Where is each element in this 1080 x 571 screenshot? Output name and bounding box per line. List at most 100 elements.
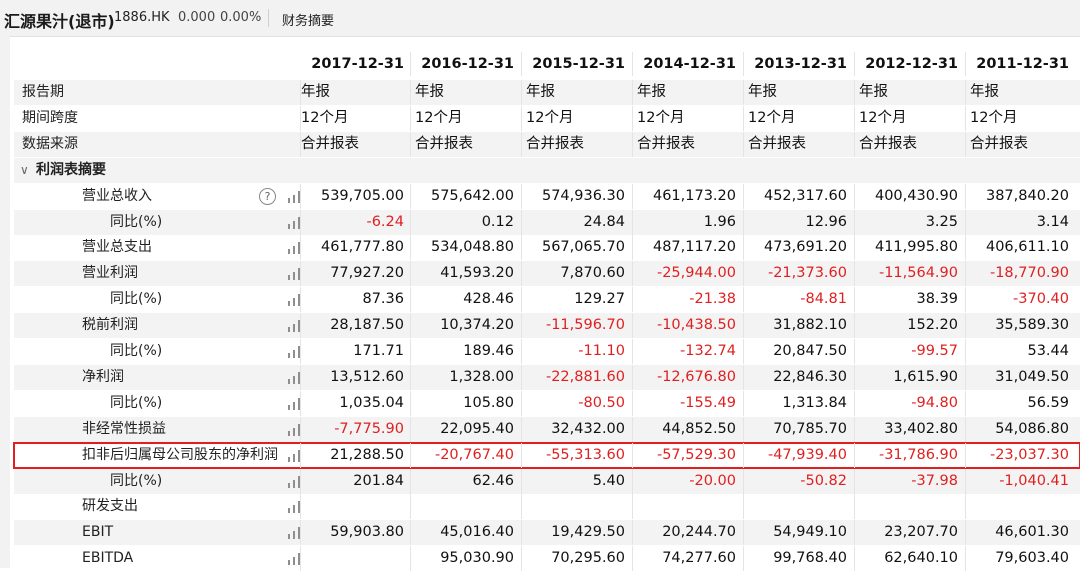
row-label: 营业利润 xyxy=(82,265,138,281)
table-cell: -1,040.41 xyxy=(965,469,1075,494)
table-cell: 534,048.80 xyxy=(410,235,520,260)
row-label: 同比(%) xyxy=(110,214,163,230)
bar-chart-icon[interactable] xyxy=(287,501,301,513)
chevron-down-icon[interactable]: ∨ xyxy=(20,158,29,183)
table-cell: 79,603.40 xyxy=(965,546,1075,571)
table-cell: 12个月 xyxy=(854,106,964,131)
table-cell: 400,430.90 xyxy=(854,184,964,209)
table-cell: 3.14 xyxy=(965,210,1075,235)
table-row: 同比(%) 87.36 428.46 129.27 -21.38 -84.81 38.39-… xyxy=(14,287,1080,312)
table-cell: 487,117.20 xyxy=(632,235,742,260)
table-cell xyxy=(521,494,631,519)
divider xyxy=(268,9,269,27)
row-label: 数据来源 xyxy=(22,136,78,152)
column-header-2012-12-31[interactable]: 2012-12-31 xyxy=(854,52,964,76)
table-cell: 35,589.30 xyxy=(965,313,1075,338)
table-cell: -20.00 xyxy=(632,469,742,494)
column-header-2016-12-31[interactable]: 2016-12-31 xyxy=(410,52,520,76)
table-cell: 171.71 xyxy=(300,339,410,364)
table-cell: 33,402.80 xyxy=(854,417,964,442)
section-header-income-summary[interactable]: ∨ 利润表摘要 xyxy=(14,158,1080,183)
bar-chart-icon[interactable] xyxy=(287,527,301,539)
bar-chart-icon[interactable] xyxy=(287,424,301,436)
table-cell: -84.81 xyxy=(743,287,853,312)
row-label: EBITDA xyxy=(82,550,134,566)
table-cell: 74,277.60 xyxy=(632,546,742,571)
row-label: 净利润 xyxy=(82,369,124,385)
table-cell: 95,030.90 xyxy=(410,546,520,571)
column-header-2017-12-31[interactable]: 2017-12-31 xyxy=(300,52,410,76)
table-cell: 54,949.10 xyxy=(743,520,853,545)
table-cell: 合并报表 xyxy=(300,132,410,157)
row-label: 营业总支出 xyxy=(82,239,152,255)
table-row: 非经常性损益 -7,775.90 22,095.40 32,432.00 44,852.… xyxy=(14,417,1080,442)
table-cell: -6.24 xyxy=(300,210,410,235)
column-header-2014-12-31[interactable]: 2014-12-31 xyxy=(632,52,742,76)
table-cell: 20,847.50 xyxy=(743,339,853,364)
tab-financial-summary[interactable]: 财务摘要 xyxy=(282,10,334,29)
table-row: 研发支出 xyxy=(14,494,1080,519)
table-cell: -23,037.30 xyxy=(965,443,1075,468)
table-cell: -11,564.90 xyxy=(854,261,964,286)
table-cell: 387,840.20 xyxy=(965,184,1075,209)
column-header-2011-12-31[interactable]: 2011-12-31 xyxy=(965,52,1075,76)
table-cell: 13,512.60 xyxy=(300,365,410,390)
column-header-2013-12-31[interactable]: 2013-12-31 xyxy=(743,52,853,76)
column-header-2015-12-31[interactable]: 2015-12-31 xyxy=(521,52,631,76)
section-title: 利润表摘要 xyxy=(36,162,106,178)
row-label: 同比(%) xyxy=(110,343,163,359)
table-cell: 合并报表 xyxy=(965,132,1075,157)
table-cell: 428.46 xyxy=(410,287,520,312)
table-cell: -80.50 xyxy=(521,391,631,416)
table-cell: 12.96 xyxy=(743,210,853,235)
table-cell: 62.46 xyxy=(410,469,520,494)
row-label: 营业总收入 xyxy=(82,188,152,204)
bar-chart-icon[interactable] xyxy=(287,294,301,306)
table-row: 营业总支出 461,777.80 534,048.80 567,065.70 487,1… xyxy=(14,235,1080,260)
table-cell: 28,187.50 xyxy=(300,313,410,338)
table-row: EBIT 59,903.80 45,016.40 19,429.50 20,244.70… xyxy=(14,520,1080,545)
table-cell: -12,676.80 xyxy=(632,365,742,390)
table-cell: 38.39 xyxy=(854,287,964,312)
row-label: 同比(%) xyxy=(110,395,163,411)
table-cell: 62,640.10 xyxy=(854,546,964,571)
stock-price: 0.000 xyxy=(178,10,216,25)
row-label: 非经常性损益 xyxy=(82,421,166,437)
table-cell: 44,852.50 xyxy=(632,417,742,442)
table-cell: -22,881.60 xyxy=(521,365,631,390)
row-label: 报告期 xyxy=(22,84,64,100)
table-cell: 189.46 xyxy=(410,339,520,364)
bar-chart-icon[interactable] xyxy=(287,217,301,229)
table-cell xyxy=(300,546,410,571)
table-cell xyxy=(854,494,964,519)
help-icon[interactable]: ? xyxy=(259,188,276,205)
table-cell: 31,049.50 xyxy=(965,365,1075,390)
bar-chart-icon[interactable] xyxy=(287,398,301,410)
table-cell: 12个月 xyxy=(965,106,1075,131)
table-cell: 452,317.60 xyxy=(743,184,853,209)
table-cell xyxy=(743,494,853,519)
table-cell: 152.20 xyxy=(854,313,964,338)
table-cell: 1,313.84 xyxy=(743,391,853,416)
bar-chart-icon[interactable] xyxy=(287,553,301,565)
bar-chart-icon[interactable] xyxy=(287,320,301,332)
bar-chart-icon[interactable] xyxy=(287,450,301,462)
table-cell: 129.27 xyxy=(521,287,631,312)
row-label: 扣非后归属母公司股东的净利润 xyxy=(82,447,278,463)
table-cell: 7,870.60 xyxy=(521,261,631,286)
bar-chart-icon[interactable] xyxy=(287,372,301,384)
table-cell: 201.84 xyxy=(300,469,410,494)
table-cell: 32,432.00 xyxy=(521,417,631,442)
table-cell: 567,065.70 xyxy=(521,235,631,260)
bar-chart-icon[interactable] xyxy=(287,268,301,280)
bar-chart-icon[interactable] xyxy=(287,346,301,358)
bar-chart-icon[interactable] xyxy=(287,191,301,203)
bar-chart-icon[interactable] xyxy=(287,476,301,488)
table-cell: 46,601.30 xyxy=(965,520,1075,545)
table-cell: -21.38 xyxy=(632,287,742,312)
table-cell: -57,529.30 xyxy=(632,443,742,468)
stock-name: 汇源果汁(退市) xyxy=(4,12,115,31)
table-cell: 0.12 xyxy=(410,210,520,235)
table-cell: 合并报表 xyxy=(410,132,520,157)
bar-chart-icon[interactable] xyxy=(287,242,301,254)
